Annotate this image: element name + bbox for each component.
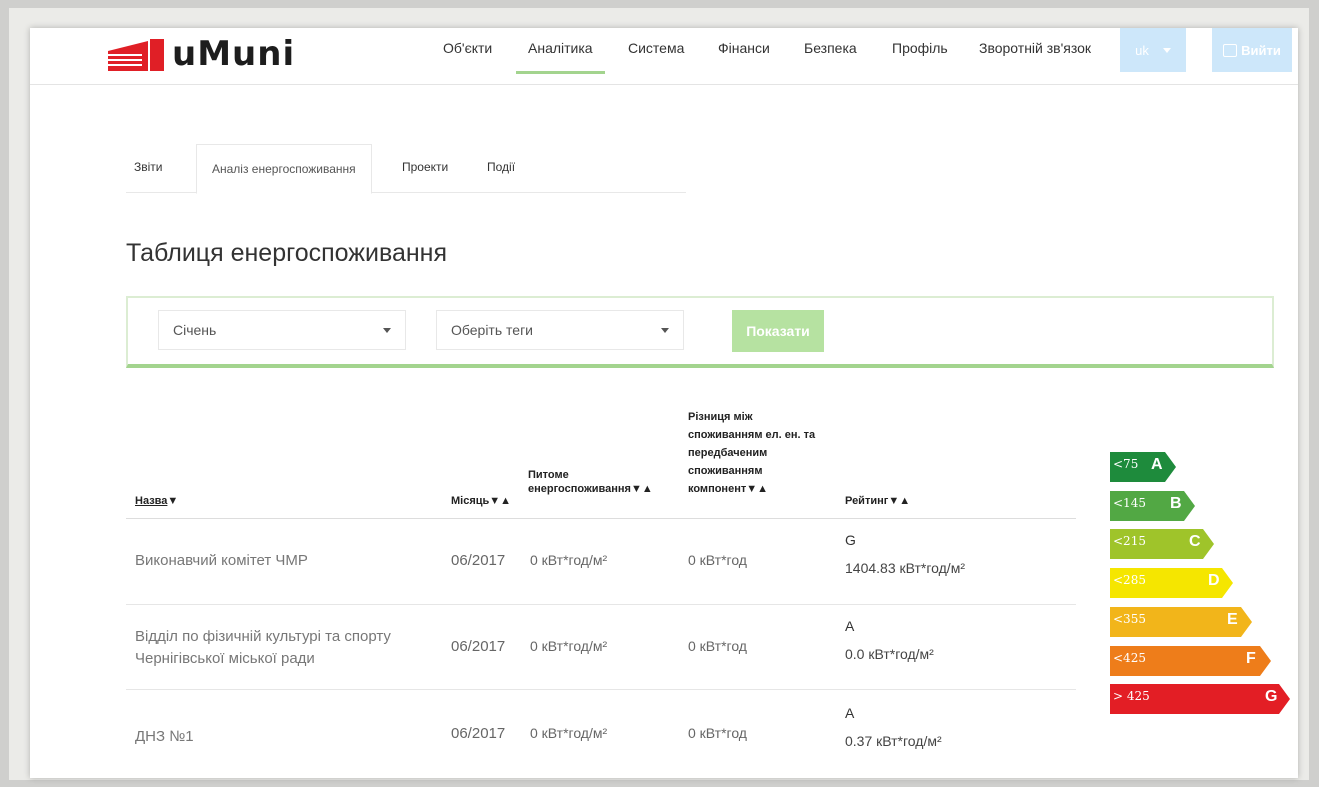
column-header-difference-line-4: споживанням — [688, 465, 763, 477]
energy-band-f: <425 F — [1110, 645, 1271, 676]
energy-band-d: <285 D — [1110, 568, 1233, 599]
nav-item-analytics[interactable]: Аналітика — [516, 40, 605, 74]
row-divider — [126, 604, 1076, 605]
tab-energy-analysis[interactable]: Аналіз енергоспоживання — [196, 144, 372, 194]
row-name[interactable]: ДНЗ №1 — [135, 726, 435, 748]
row-divider — [126, 689, 1076, 690]
energy-band-letter: A — [1151, 456, 1163, 473]
sort-icon: ▼▲ — [888, 495, 911, 507]
sort-desc-icon: ▼ — [167, 495, 179, 507]
nav-item-finance[interactable]: Фінанси — [718, 40, 770, 56]
sign-out-icon — [1223, 43, 1238, 57]
language-label: uk — [1135, 42, 1149, 58]
row-rating-value: 1404.83 кВт*год/м² — [845, 560, 965, 576]
logo-text: uMuni — [172, 34, 296, 74]
column-header-difference-line-3: передбаченим — [688, 447, 768, 459]
energy-band-a: <75 A — [1110, 452, 1176, 482]
row-difference: 0 кВт*год — [688, 638, 747, 654]
column-header-name-label: Назва — [135, 495, 168, 507]
row-rating-value: 0.37 кВт*год/м² — [845, 733, 942, 749]
column-header-rating[interactable]: Рейтинг▼▲ — [845, 494, 910, 508]
energy-band-threshold: <75 — [1113, 457, 1139, 471]
column-header-month[interactable]: Місяць▼▲ — [451, 494, 511, 508]
tags-select-placeholder: Оберіть теги — [451, 322, 533, 338]
column-header-name[interactable]: Назва▼ — [135, 494, 178, 508]
energy-band-c: <215 C — [1110, 529, 1214, 560]
row-rating-letter: G — [845, 532, 856, 548]
caret-down-icon — [661, 328, 669, 333]
row-specific: 0 кВт*год/м² — [530, 638, 608, 654]
nav-item-security[interactable]: Безпека — [804, 40, 857, 56]
energy-band-letter: B — [1170, 494, 1182, 512]
sort-icon: ▼▲ — [746, 483, 769, 495]
row-specific: 0 кВт*год/м² — [530, 725, 608, 741]
energy-band-letter: E — [1227, 610, 1238, 628]
sort-icon: ▼▲ — [630, 483, 653, 495]
nav-item-system[interactable]: Система — [628, 40, 684, 56]
energy-band-threshold: <285 — [1113, 573, 1146, 588]
column-header-difference[interactable]: Різниця між споживанням ел. ен. та перед… — [688, 408, 848, 498]
row-rating-letter: A — [845, 618, 855, 634]
column-header-difference-line-5: компонент — [688, 483, 747, 495]
tab-projects[interactable]: Проекти — [402, 160, 448, 174]
row-rating-value: 0.0 кВт*год/м² — [845, 646, 934, 662]
energy-band-letter: F — [1246, 649, 1256, 667]
row-name[interactable]: Виконавчий комітет ЧМР — [135, 550, 435, 572]
column-header-specific[interactable]: Питоме енергоспоживання▼▲ — [528, 468, 668, 496]
energy-band-threshold: > 425 — [1113, 689, 1150, 704]
language-dropdown[interactable]: uk — [1120, 28, 1186, 72]
row-specific: 0 кВт*год/м² — [530, 552, 608, 568]
column-header-rating-label: Рейтинг — [845, 495, 889, 507]
nav-item-feedback[interactable]: Зворотній зв'язок — [979, 40, 1091, 56]
page-title: Таблиця енергоспоживання — [126, 239, 447, 267]
caret-down-icon — [383, 328, 391, 333]
logo[interactable]: uMuni — [108, 34, 295, 74]
energy-band-g: > 425 G — [1110, 684, 1290, 715]
analytics-tabs: Звіти Аналіз енергоспоживання Проекти По… — [126, 144, 686, 194]
energy-band-letter: G — [1265, 688, 1278, 706]
column-header-difference-line-1: Різниця між — [688, 411, 753, 423]
column-header-month-label: Місяць — [451, 495, 490, 507]
row-month: 06/2017 — [451, 552, 506, 569]
energy-band-letter: C — [1189, 533, 1201, 551]
month-select-value: Січень — [173, 322, 217, 338]
energy-band-b: <145 B — [1110, 490, 1195, 521]
nav-item-profile[interactable]: Профіль — [892, 40, 948, 56]
browser-page: uMuni Об'єкти Аналітика Система Фінанси … — [30, 28, 1298, 778]
row-name[interactable]: Відділ по фізичній культурі та спорту Че… — [135, 626, 435, 670]
energy-band-threshold: <215 — [1113, 534, 1146, 549]
sort-icon: ▼▲ — [489, 495, 512, 507]
energy-band-threshold: <425 — [1113, 650, 1146, 665]
top-navbar: uMuni Об'єкти Аналітика Система Фінанси … — [30, 28, 1298, 85]
logout-button[interactable]: Вийти — [1212, 28, 1292, 72]
caret-down-icon — [1162, 47, 1171, 53]
filter-panel: Січень Оберіть теги Показати — [126, 296, 1274, 368]
tab-reports[interactable]: Звіти — [134, 160, 163, 174]
month-select[interactable]: Січень — [158, 310, 406, 350]
energy-band-threshold: <145 — [1113, 495, 1146, 510]
tab-events[interactable]: Події — [487, 160, 515, 174]
table-header-divider — [126, 518, 1076, 519]
nav-item-objects[interactable]: Об'єкти — [443, 40, 492, 56]
energy-band-e: <355 E — [1110, 606, 1252, 637]
row-difference: 0 кВт*год — [688, 725, 747, 741]
energy-band-letter: D — [1208, 572, 1220, 590]
show-button[interactable]: Показати — [732, 310, 824, 352]
column-header-specific-line-2: енергоспоживання — [528, 483, 631, 495]
column-header-difference-line-2: споживанням ел. ен. та — [688, 429, 816, 441]
energy-band-threshold: <355 — [1113, 611, 1146, 626]
row-month: 06/2017 — [451, 638, 506, 655]
building-logo-icon — [108, 39, 164, 71]
column-header-specific-line-1: Питоме — [528, 469, 569, 481]
tags-select[interactable]: Оберіть теги — [436, 310, 684, 350]
logout-label: Вийти — [1241, 42, 1281, 58]
row-rating-letter: A — [845, 705, 855, 721]
row-difference: 0 кВт*год — [688, 552, 747, 568]
row-month: 06/2017 — [451, 725, 506, 742]
